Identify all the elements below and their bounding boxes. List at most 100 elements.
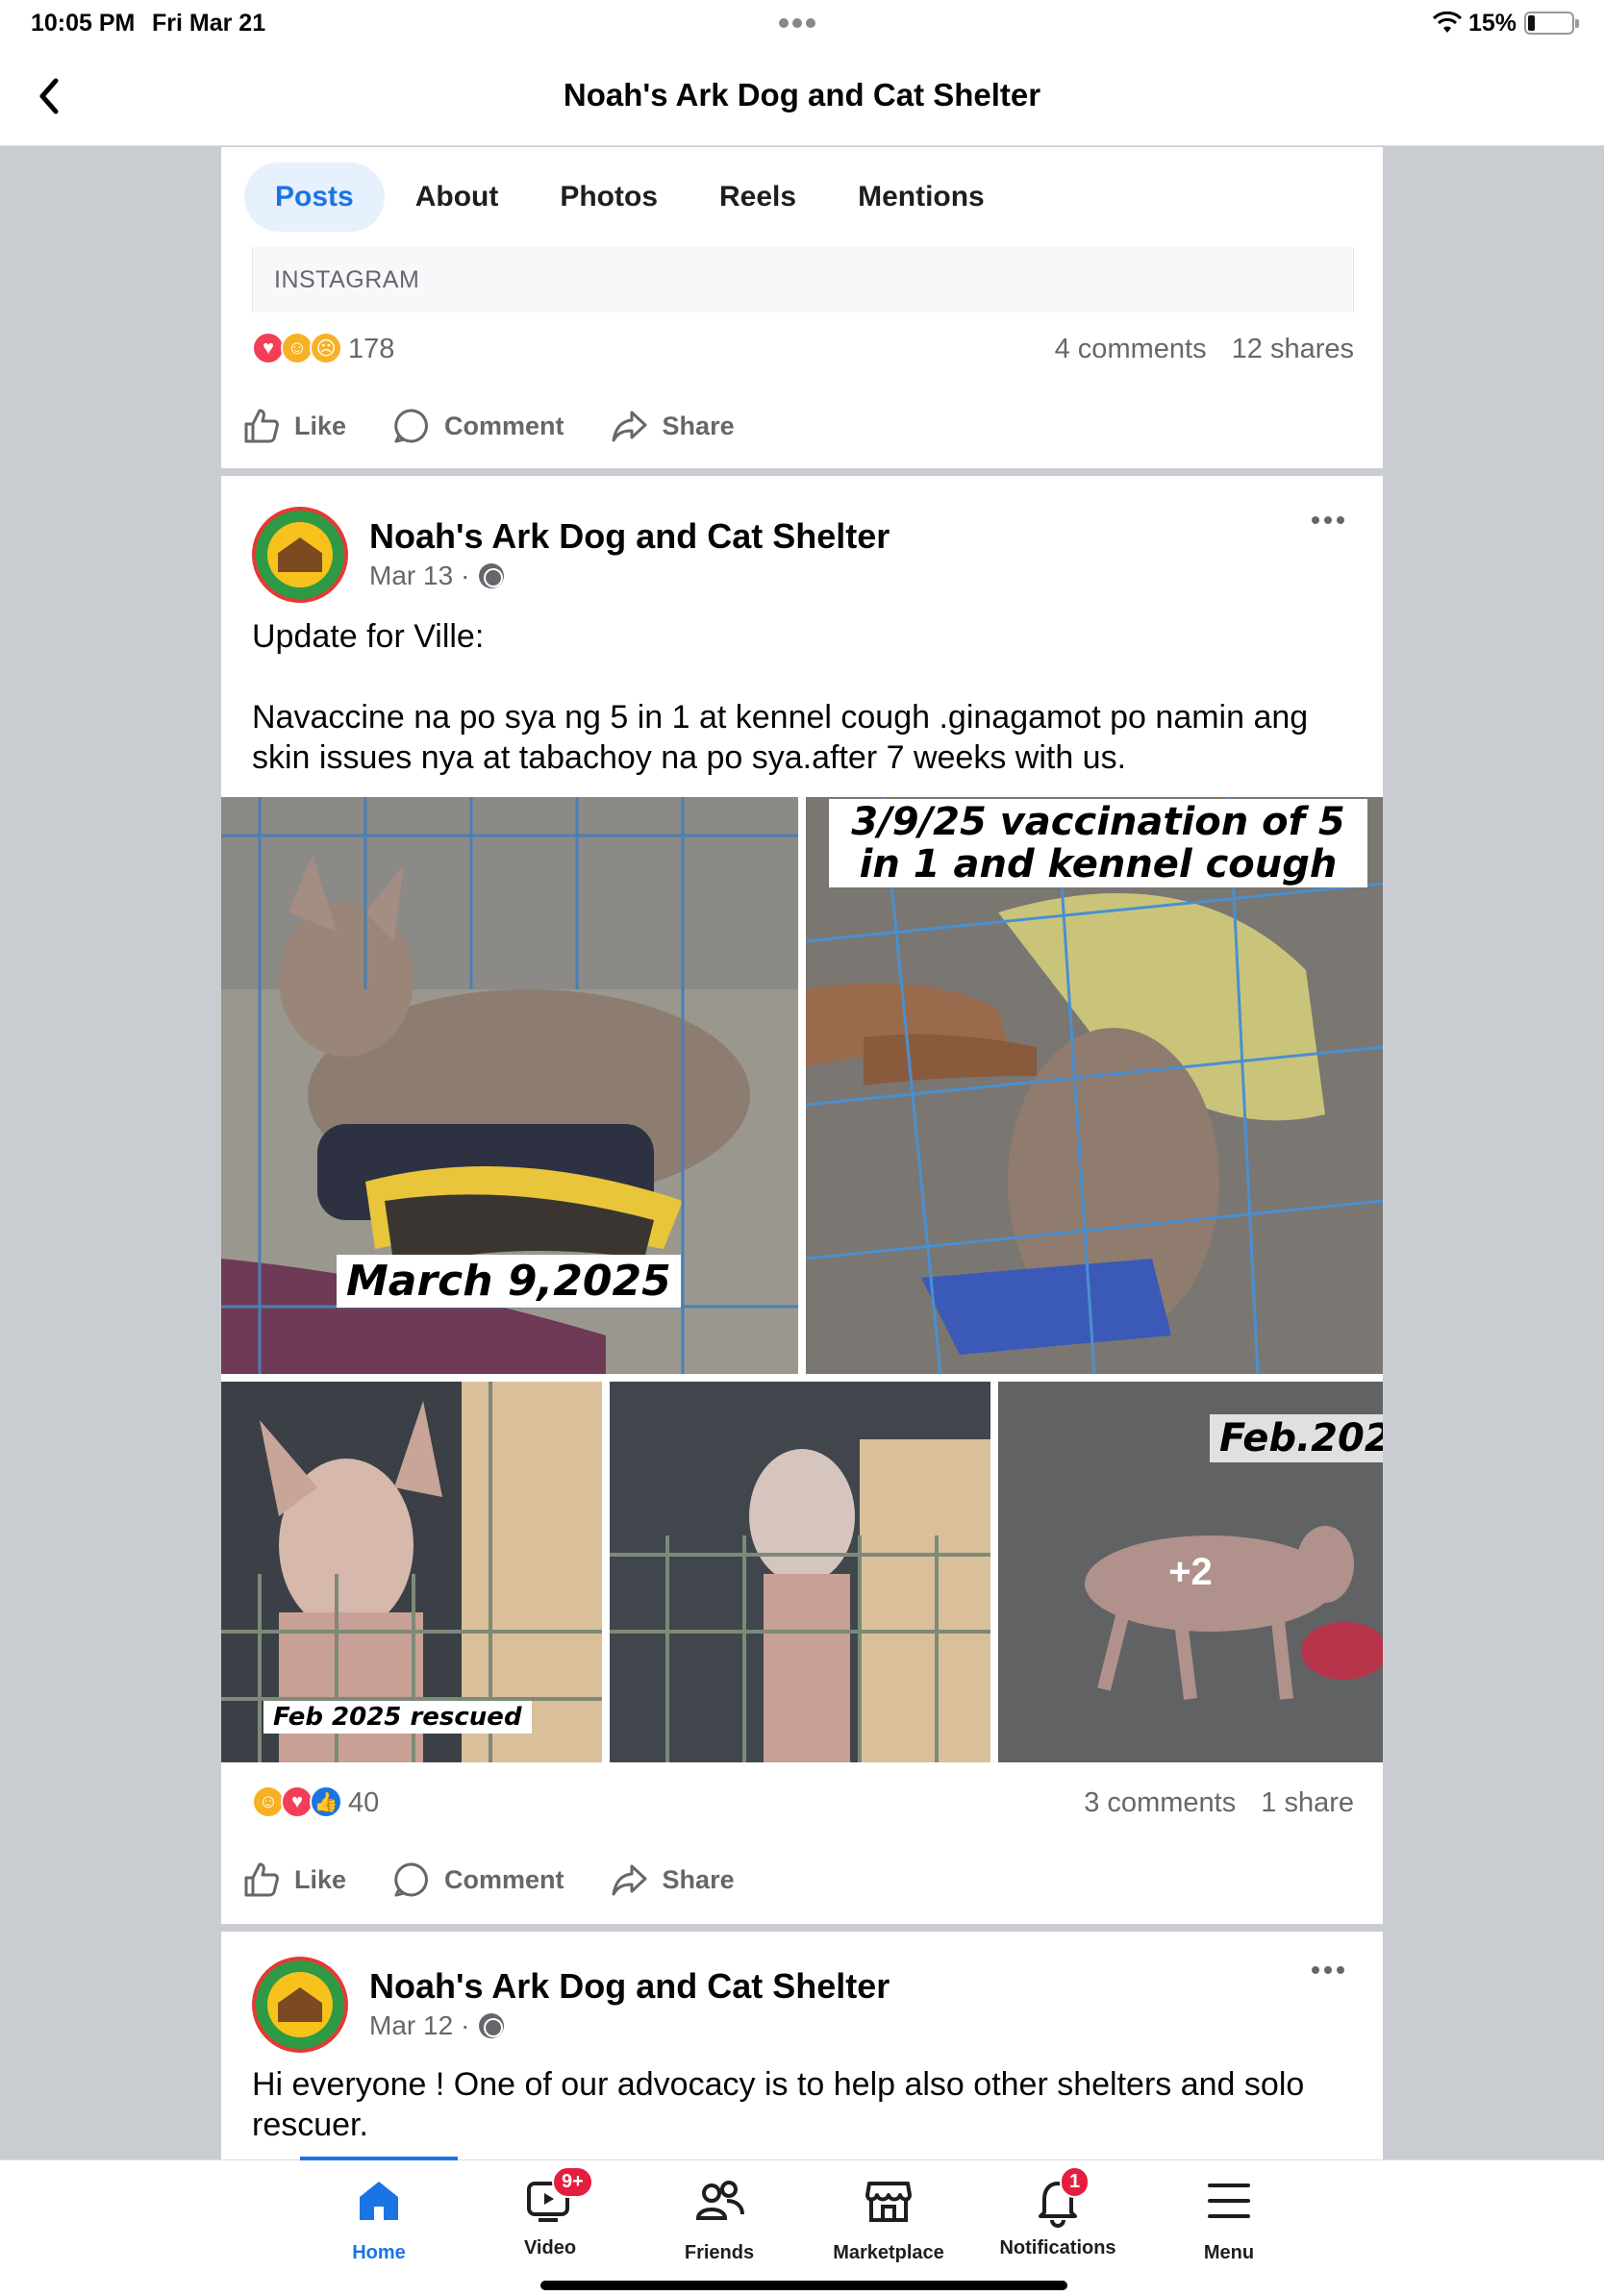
shares-count[interactable]: 12 shares bbox=[1232, 334, 1354, 364]
tab-reels[interactable]: Reels bbox=[689, 162, 827, 232]
marketplace-icon bbox=[865, 2182, 912, 2222]
dog-behind-gate-photo bbox=[610, 1382, 990, 1762]
video-icon: 9+ bbox=[523, 2166, 593, 2228]
more-photos-overlay[interactable]: +2 bbox=[998, 1382, 1383, 1762]
multitasking-dots-icon[interactable] bbox=[779, 15, 825, 28]
care-reaction-icon: ☺ bbox=[281, 332, 313, 364]
reaction-count: 178 bbox=[348, 333, 395, 364]
share-button[interactable]: Share bbox=[611, 1860, 735, 1899]
nav-label: Menu bbox=[1203, 2242, 1255, 2263]
photo-caption: Feb 2025 rescued bbox=[263, 1701, 532, 1734]
nav-marketplace[interactable]: Marketplace bbox=[804, 2174, 973, 2264]
battery-percent: 15% bbox=[1468, 10, 1517, 37]
share-label: Share bbox=[662, 411, 735, 440]
post-actions: Like Comment Share bbox=[242, 1853, 781, 1907]
page-title: Noah's Ark Dog and Cat Shelter bbox=[563, 77, 1041, 112]
like-label: Like bbox=[294, 1864, 347, 1894]
nav-label: Notifications bbox=[999, 2237, 1116, 2259]
battery-icon bbox=[1524, 12, 1579, 35]
friends-icon bbox=[695, 2181, 744, 2220]
share-icon bbox=[612, 1864, 647, 1896]
share-button[interactable]: Share bbox=[611, 407, 735, 445]
globe-icon bbox=[479, 563, 505, 588]
reactions-summary[interactable]: ♥ ☺ ☹ 178 4 comments 12 shares bbox=[252, 330, 1354, 368]
more-options-icon[interactable] bbox=[1312, 516, 1344, 524]
menu-icon bbox=[1208, 2184, 1250, 2218]
sad-reaction-icon: ☹ bbox=[310, 332, 342, 364]
notification-badge: 9+ bbox=[552, 2166, 593, 2198]
post-photo-1[interactable]: March 9,2025 bbox=[221, 797, 798, 1374]
post-card: Noah's Ark Dog and Cat Shelter Mar 13 · … bbox=[221, 476, 1383, 1924]
post-photo-3[interactable]: Feb 2025 rescued bbox=[221, 1382, 602, 1762]
status-time: 10:05 PM bbox=[31, 10, 136, 37]
comment-button[interactable]: Comment bbox=[392, 1860, 564, 1899]
post-photo-2[interactable]: 3/9/25 vaccination of 5 in 1 and kennel … bbox=[806, 797, 1383, 1374]
post-author[interactable]: Noah's Ark Dog and Cat Shelter bbox=[369, 516, 890, 557]
tab-photos[interactable]: Photos bbox=[529, 162, 689, 232]
status-bar: 10:05 PM Fri Mar 21 15% bbox=[0, 0, 1604, 48]
comments-count[interactable]: 4 comments bbox=[1055, 334, 1207, 364]
post-photo-4[interactable] bbox=[610, 1382, 990, 1762]
globe-icon bbox=[479, 2013, 505, 2038]
thumbs-up-icon bbox=[244, 409, 279, 443]
comment-label: Comment bbox=[444, 1864, 564, 1894]
engagement-stats: 4 comments 12 shares bbox=[1038, 334, 1354, 365]
reaction-count: 40 bbox=[348, 1786, 380, 1818]
meta-separator: · bbox=[461, 2010, 470, 2040]
page-header: Noah's Ark Dog and Cat Shelter bbox=[0, 48, 1604, 146]
reaction-icons: ☺ ♥ 👍 bbox=[252, 1785, 348, 1820]
more-options-icon[interactable] bbox=[1312, 1966, 1344, 1974]
battery-level bbox=[1528, 15, 1536, 31]
tab-posts[interactable]: Posts bbox=[244, 162, 385, 232]
home-icon bbox=[360, 2182, 398, 2220]
tab-mentions[interactable]: Mentions bbox=[827, 162, 1015, 232]
meta-separator: · bbox=[461, 561, 470, 590]
post-photo-5[interactable]: Feb.202 +2 bbox=[998, 1382, 1383, 1762]
post-text-body: Navaccine na po sya ng 5 in 1 at kennel … bbox=[252, 699, 1309, 776]
post-header: Noah's Ark Dog and Cat Shelter Mar 13 · bbox=[252, 507, 1354, 603]
post-meta: Mar 12 · bbox=[369, 2010, 505, 2041]
like-button[interactable]: Like bbox=[242, 1860, 346, 1899]
nav-notifications[interactable]: 1 Notifications bbox=[973, 2166, 1142, 2259]
reaction-icons: ♥ ☺ ☹ bbox=[252, 332, 348, 366]
comments-count[interactable]: 3 comments bbox=[1084, 1787, 1236, 1818]
care-reaction-icon: ☺ bbox=[252, 1785, 285, 1818]
like-button[interactable]: Like bbox=[242, 407, 346, 445]
profile-tabs: Posts About Photos Reels Mentions bbox=[244, 162, 1015, 232]
photo-caption: March 9,2025 bbox=[337, 1255, 681, 1308]
bottom-nav: Home 9+ Video Friends Marketplace 1 Noti… bbox=[0, 2157, 1604, 2296]
post-text-line1: Update for Ville: bbox=[252, 618, 485, 655]
link-preview-source[interactable]: INSTAGRAM bbox=[252, 247, 1354, 312]
wifi-icon bbox=[1433, 12, 1462, 33]
home-indicator[interactable] bbox=[540, 2281, 1067, 2290]
post-header: Noah's Ark Dog and Cat Shelter Mar 12 · bbox=[252, 1957, 1354, 2053]
avatar[interactable] bbox=[252, 507, 348, 603]
tab-about[interactable]: About bbox=[385, 162, 530, 232]
nav-label: Home bbox=[352, 2242, 406, 2263]
love-reaction-icon: ♥ bbox=[252, 332, 285, 364]
comment-button[interactable]: Comment bbox=[392, 407, 564, 445]
share-label: Share bbox=[662, 1864, 735, 1894]
engagement-stats: 3 comments 1 share bbox=[1066, 1787, 1354, 1819]
avatar[interactable] bbox=[252, 1957, 348, 2053]
shares-count[interactable]: 1 share bbox=[1261, 1787, 1354, 1818]
like-reaction-icon: 👍 bbox=[310, 1785, 342, 1818]
nav-video[interactable]: 9+ Video bbox=[465, 2166, 635, 2259]
nav-menu[interactable]: Menu bbox=[1144, 2174, 1314, 2264]
comment-icon bbox=[394, 409, 428, 443]
nav-label: Video bbox=[523, 2237, 577, 2259]
share-icon bbox=[612, 411, 647, 442]
post-meta: Mar 13 · bbox=[369, 561, 505, 591]
nav-home[interactable]: Home bbox=[294, 2174, 464, 2264]
nav-label: Marketplace bbox=[833, 2242, 944, 2263]
nav-label: Friends bbox=[684, 2242, 755, 2263]
post-author[interactable]: Noah's Ark Dog and Cat Shelter bbox=[369, 1966, 890, 2007]
reactions-summary[interactable]: ☺ ♥ 👍 40 3 comments 1 share bbox=[252, 1784, 1354, 1822]
photo-caption: 3/9/25 vaccination of 5 in 1 and kennel … bbox=[829, 799, 1367, 887]
notification-badge: 1 bbox=[1060, 2166, 1090, 2198]
post-text-body: Hi everyone ! One of our advocacy is to … bbox=[252, 2066, 1305, 2143]
post-date[interactable]: Mar 12 bbox=[369, 2010, 453, 2041]
comment-icon bbox=[394, 1862, 428, 1897]
post-date[interactable]: Mar 13 bbox=[369, 561, 453, 591]
nav-friends[interactable]: Friends bbox=[635, 2174, 804, 2264]
